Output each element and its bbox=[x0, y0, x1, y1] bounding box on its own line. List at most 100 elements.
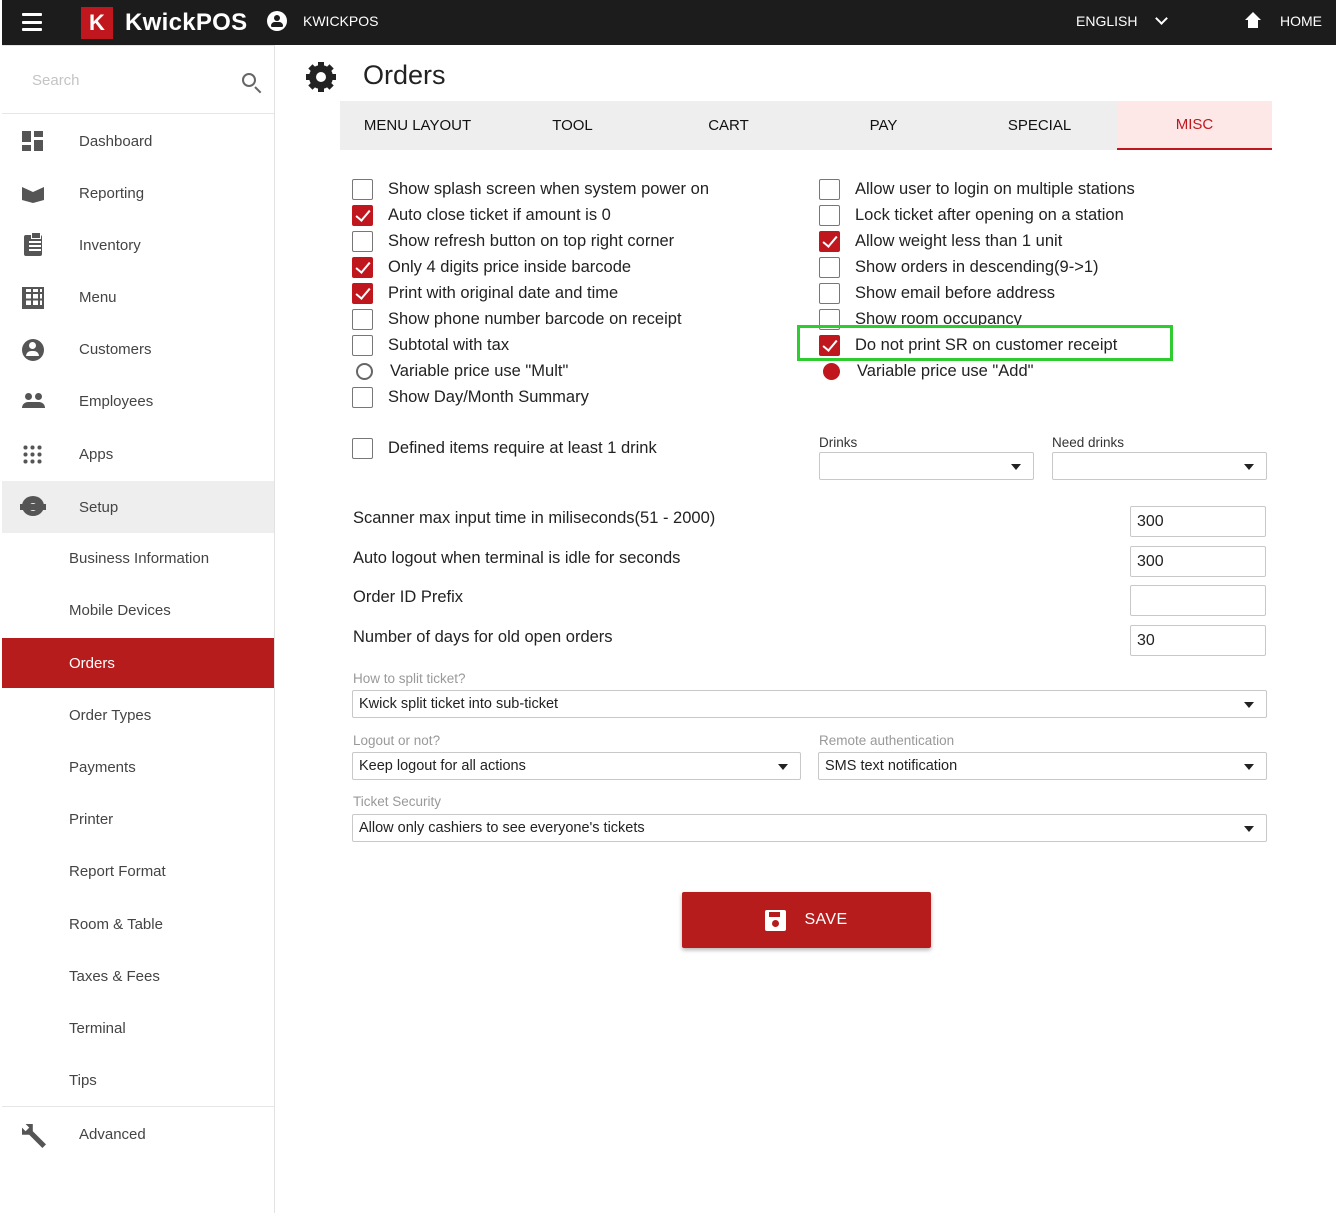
order-id-prefix-field[interactable] bbox=[1130, 585, 1266, 616]
remote-auth-select[interactable]: SMS text notification bbox=[818, 752, 1267, 780]
old-open-orders-field[interactable] bbox=[1130, 625, 1266, 656]
home-icon bbox=[1244, 12, 1262, 30]
need-drinks-select[interactable] bbox=[1052, 452, 1267, 480]
checkbox[interactable] bbox=[352, 282, 373, 304]
option-auto-close-ticket[interactable]: Auto close ticket if amount is 0 bbox=[352, 203, 611, 227]
checkbox[interactable] bbox=[352, 256, 373, 278]
option-email-before-address[interactable]: Show email before address bbox=[819, 281, 1055, 305]
setup-item-room-table[interactable]: Room & Table bbox=[2, 899, 274, 949]
option-show-splash-screen[interactable]: Show splash screen when system power on bbox=[352, 177, 709, 201]
option-label: Variable price use "Mult" bbox=[390, 361, 569, 380]
sidebar-item-label: Employees bbox=[79, 392, 154, 410]
option-phone-barcode-receipt[interactable]: Show phone number barcode on receipt bbox=[352, 307, 682, 331]
sidebar-item-inventory[interactable]: Inventory bbox=[2, 219, 274, 271]
chevron-down-icon bbox=[1155, 12, 1169, 25]
checkbox[interactable] bbox=[352, 437, 373, 459]
setup-item-order-types[interactable]: Order Types bbox=[2, 690, 274, 740]
option-print-original-date[interactable]: Print with original date and time bbox=[352, 281, 618, 305]
option-orders-descending[interactable]: Show orders in descending(9->1) bbox=[819, 255, 1099, 279]
checkbox[interactable] bbox=[819, 204, 840, 226]
tab-pay[interactable]: PAY bbox=[806, 101, 961, 150]
sidebar-item-apps[interactable]: Apps bbox=[2, 428, 274, 480]
setup-item-taxes-fees[interactable]: Taxes & Fees bbox=[2, 951, 274, 1001]
radio-button[interactable] bbox=[356, 362, 373, 380]
sidebar-item-menu[interactable]: Menu bbox=[2, 271, 274, 323]
tab-cart[interactable]: CART bbox=[651, 101, 806, 150]
option-only-4-digits-price[interactable]: Only 4 digits price inside barcode bbox=[352, 255, 631, 279]
setup-item-label: Report Format bbox=[69, 862, 166, 880]
search-input[interactable] bbox=[32, 72, 222, 89]
sidebar-divider bbox=[2, 1106, 274, 1107]
option-label: Show refresh button on top right corner bbox=[388, 231, 675, 250]
tab-tool[interactable]: TOOL bbox=[495, 101, 650, 150]
sidebar-item-employees[interactable]: Employees bbox=[2, 375, 274, 427]
brand-logo[interactable]: K KwickPOS bbox=[81, 7, 247, 39]
option-require-drink[interactable]: Defined items require at least 1 drink bbox=[352, 436, 657, 460]
setup-item-business-information[interactable]: Business Information bbox=[2, 533, 274, 583]
checkbox[interactable] bbox=[352, 386, 373, 408]
home-button[interactable]: HOME bbox=[1244, 12, 1322, 30]
setup-item-label: Payments bbox=[69, 758, 136, 776]
tab-misc[interactable]: MISC bbox=[1117, 101, 1272, 150]
option-login-multiple-stations[interactable]: Allow user to login on multiple stations bbox=[819, 177, 1135, 201]
scanner-max-input-field[interactable] bbox=[1130, 506, 1266, 537]
setup-item-label: Mobile Devices bbox=[69, 601, 171, 619]
logout-select[interactable]: Keep logout for all actions bbox=[352, 752, 801, 780]
setup-item-label: Taxes & Fees bbox=[69, 967, 160, 985]
hamburger-menu-icon[interactable] bbox=[22, 13, 42, 31]
option-weight-less-than-1[interactable]: Allow weight less than 1 unit bbox=[819, 229, 1062, 253]
option-variable-price-mult[interactable]: Variable price use "Mult" bbox=[354, 359, 568, 383]
dropdown-caret-icon bbox=[1244, 702, 1254, 708]
checkbox[interactable] bbox=[819, 178, 840, 200]
settings-gear-icon bbox=[306, 62, 336, 92]
option-label: Defined items require at least 1 drink bbox=[388, 438, 657, 457]
option-variable-price-add[interactable]: Variable price use "Add" bbox=[821, 359, 1034, 383]
sidebar-item-dashboard[interactable]: Dashboard bbox=[2, 115, 274, 167]
checkbox[interactable] bbox=[352, 334, 373, 356]
auto-logout-field[interactable] bbox=[1130, 546, 1266, 577]
sidebar-item-advanced[interactable]: Advanced bbox=[2, 1108, 274, 1160]
option-day-month-summary[interactable]: Show Day/Month Summary bbox=[352, 385, 589, 409]
dropdown-caret-icon bbox=[1244, 826, 1254, 832]
setup-item-label: Business Information bbox=[69, 549, 210, 567]
setup-item-report-format[interactable]: Report Format bbox=[2, 846, 274, 896]
account-menu[interactable]: KWICKPOS bbox=[267, 11, 378, 31]
top-bar: K KwickPOS KWICKPOS ENGLISH HOME bbox=[0, 0, 1336, 45]
checkbox[interactable] bbox=[819, 282, 840, 304]
checkbox[interactable] bbox=[819, 230, 840, 252]
setup-item-label: Orders bbox=[69, 654, 115, 672]
checkbox[interactable] bbox=[352, 308, 373, 330]
setup-item-printer[interactable]: Printer bbox=[2, 794, 274, 844]
tab-menu-layout[interactable]: MENU LAYOUT bbox=[340, 101, 495, 150]
option-subtotal-with-tax[interactable]: Subtotal with tax bbox=[352, 333, 509, 357]
setup-item-mobile-devices[interactable]: Mobile Devices bbox=[2, 585, 274, 635]
language-selector[interactable]: ENGLISH bbox=[1076, 12, 1169, 29]
option-label: Lock ticket after opening on a station bbox=[855, 205, 1124, 224]
sidebar-item-reporting[interactable]: Reporting bbox=[2, 167, 274, 219]
drinks-select[interactable] bbox=[819, 452, 1034, 480]
checkbox[interactable] bbox=[352, 204, 373, 226]
option-show-refresh-button[interactable]: Show refresh button on top right corner bbox=[352, 229, 674, 253]
setup-item-tips[interactable]: Tips bbox=[2, 1055, 274, 1105]
sidebar-item-setup[interactable]: Setup bbox=[2, 481, 274, 533]
setup-item-orders[interactable]: Orders bbox=[2, 638, 274, 688]
ticket-security-select[interactable]: Allow only cashiers to see everyone's ti… bbox=[352, 814, 1267, 842]
need-drinks-label: Need drinks bbox=[1052, 435, 1125, 450]
setup-item-payments[interactable]: Payments bbox=[2, 742, 274, 792]
setup-item-terminal[interactable]: Terminal bbox=[2, 1003, 274, 1053]
option-lock-ticket[interactable]: Lock ticket after opening on a station bbox=[819, 203, 1124, 227]
dropdown-caret-icon bbox=[1244, 764, 1254, 770]
sidebar-item-customers[interactable]: Customers bbox=[2, 323, 274, 375]
checkbox[interactable] bbox=[352, 178, 373, 200]
sidebar-item-label: Menu bbox=[79, 288, 117, 306]
split-ticket-select[interactable]: Kwick split ticket into sub-ticket bbox=[352, 690, 1267, 718]
reporting-icon bbox=[22, 187, 44, 203]
setup-item-label: Terminal bbox=[69, 1019, 126, 1037]
checkbox[interactable] bbox=[352, 230, 373, 252]
radio-button[interactable] bbox=[823, 362, 840, 380]
save-button[interactable]: SAVE bbox=[682, 892, 931, 948]
search-icon[interactable] bbox=[242, 73, 256, 87]
sidebar-item-label: Setup bbox=[79, 498, 119, 516]
tab-special[interactable]: SPECIAL bbox=[962, 101, 1117, 150]
checkbox[interactable] bbox=[819, 256, 840, 278]
